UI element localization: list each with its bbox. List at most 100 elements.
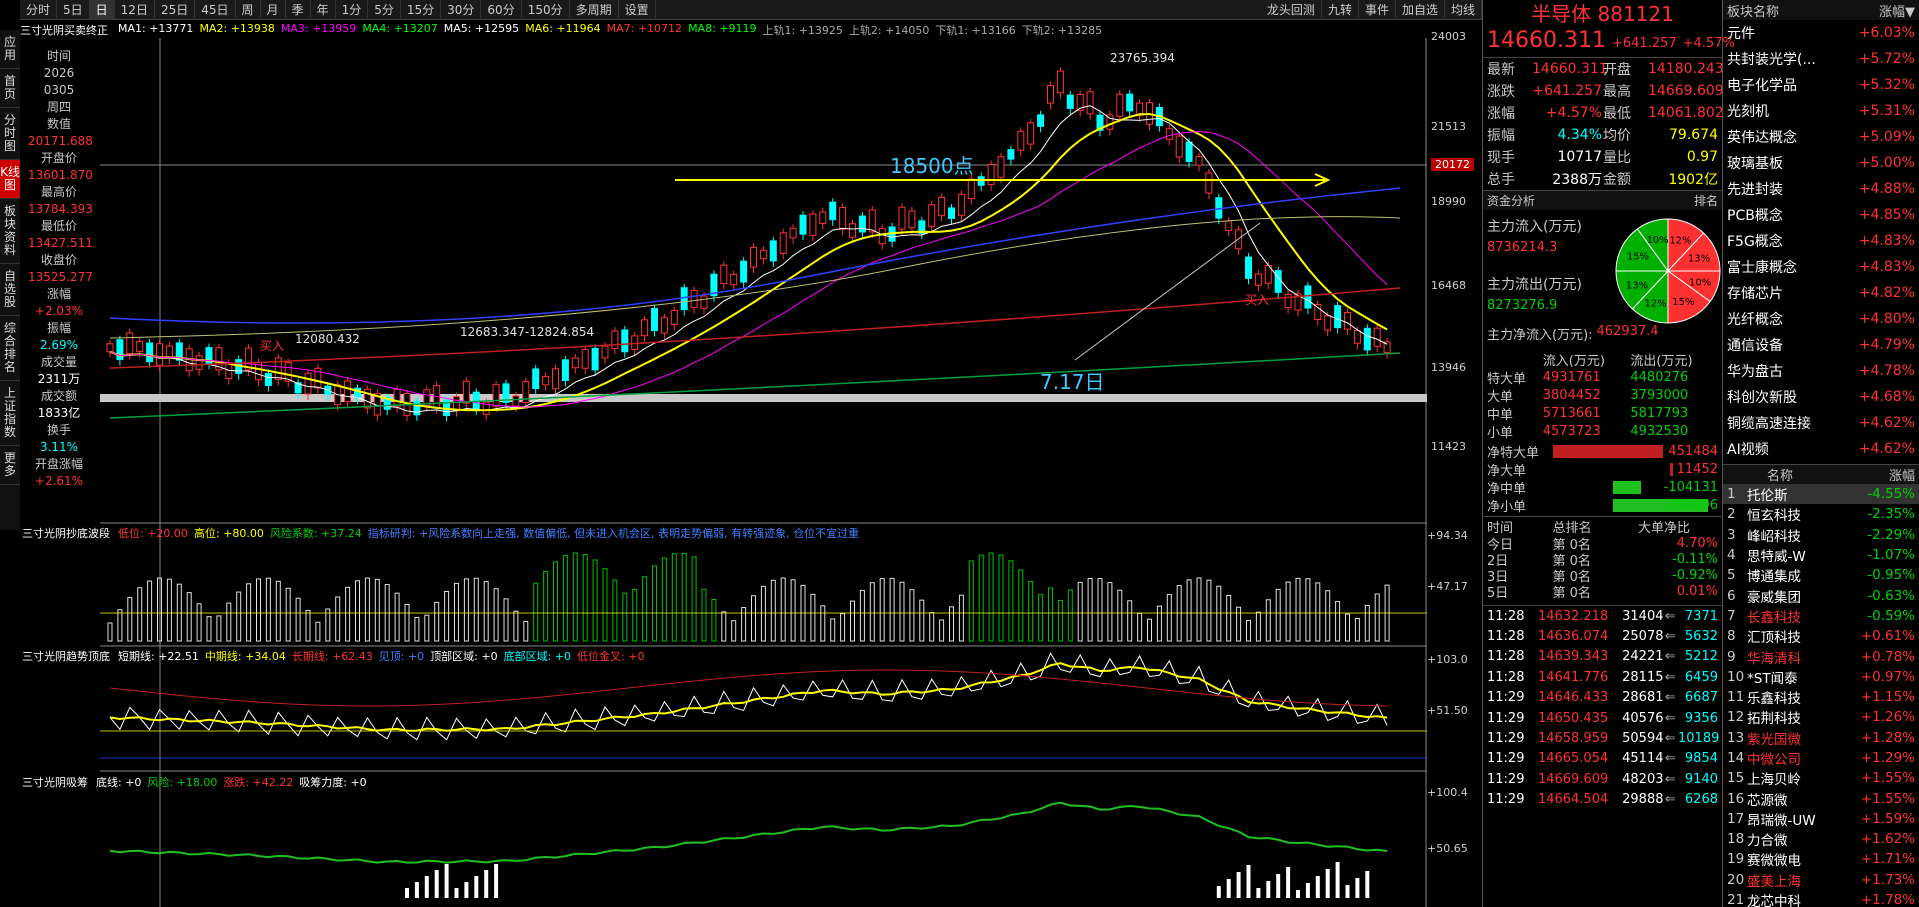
stock-row[interactable]: 4 思特威-W -1.07% (1723, 545, 1919, 565)
stock-row[interactable]: 16 芯源微 +1.55% (1723, 788, 1919, 809)
stock-row[interactable]: 20 盛美上海 +1.73% (1723, 870, 1919, 890)
sector-row[interactable]: 通信设备 +4.79% (1723, 332, 1919, 358)
tool-button-2[interactable]: 事件 (1359, 0, 1396, 20)
period-tab-10[interactable]: 1分 (336, 0, 369, 20)
indicator-bar (958, 594, 964, 642)
tick-volume: 45114 (1622, 751, 1664, 767)
sector-row[interactable]: 富士康概念 +4.83% (1723, 254, 1919, 280)
sub3-title[interactable]: 三寸光阴吸筹 (22, 774, 88, 790)
indicator-title[interactable]: 三寸光阴买卖终正 (20, 22, 108, 40)
candle-body (1195, 156, 1203, 166)
candle-body (1126, 93, 1134, 112)
sector-row[interactable]: F5G概念 +4.83% (1723, 228, 1919, 254)
sector-row[interactable]: 电子化学品 +5.32% (1723, 72, 1919, 98)
stock-name: 赛微微电 (1747, 853, 1801, 870)
nav-item-4[interactable]: 板块资料 (0, 199, 20, 264)
stock-row[interactable]: 7 长鑫科技 -0.59% (1723, 606, 1919, 626)
sector-row[interactable]: 光刻机 +5.31% (1723, 98, 1919, 124)
period-tab-12[interactable]: 15分 (401, 0, 442, 20)
nav-item-0[interactable]: 应用 (0, 30, 20, 69)
sub2-item-0: 短期线: +22.51 (118, 650, 199, 663)
stock-row[interactable]: 5 博通集成 -0.95% (1723, 565, 1919, 585)
support-band (100, 394, 1427, 402)
stock-row[interactable]: 15 上海贝岭 +1.55% (1723, 768, 1919, 788)
indicator-bar (394, 592, 400, 642)
candle-body (1066, 94, 1074, 109)
sector-row[interactable]: 科创次新股 +4.68% (1723, 384, 1919, 410)
candle-body (997, 156, 1005, 178)
sector-row[interactable]: 元件 +6.03% (1723, 20, 1919, 46)
stock-row[interactable]: 12 拓荆科技 +1.26% (1723, 707, 1919, 727)
period-tab-0[interactable]: 分时 (20, 0, 58, 20)
period-tab-13[interactable]: 30分 (441, 0, 482, 20)
sector-row[interactable]: 共封装光学(... +5.72% (1723, 46, 1919, 72)
stock-row[interactable]: 13 紫光国微 +1.28% (1723, 728, 1919, 748)
nav-item-1[interactable]: 首页 (0, 69, 20, 108)
tick-row: 11:29 14665.054 45114 ⇐ 9854 (1483, 749, 1722, 769)
tick-hand: 7371 (1684, 608, 1718, 624)
nav-item-2[interactable]: 分时图 (0, 108, 20, 160)
stock-header-pct[interactable]: 涨幅 (1889, 465, 1915, 484)
stock-row[interactable]: 1 托伦斯 -4.55% (1723, 484, 1919, 505)
sector-row[interactable]: 先进封装 +4.88% (1723, 176, 1919, 202)
period-tab-9[interactable]: 年 (311, 0, 336, 20)
quote-value: 14669.609 (1648, 83, 1724, 99)
sector-row[interactable]: 铜缆高速连接 +4.62% (1723, 410, 1919, 436)
stock-row[interactable]: 10 *ST闻泰 +0.97% (1723, 667, 1919, 687)
period-tab-2[interactable]: 日 (89, 0, 115, 20)
sector-row[interactable]: 光纤概念 +4.80% (1723, 306, 1919, 332)
period-tab-14[interactable]: 60分 (481, 0, 522, 20)
sector-row[interactable]: 英伟达概念 +5.09% (1723, 124, 1919, 150)
stock-row[interactable]: 2 恒玄科技 -2.35% (1723, 504, 1919, 524)
period-tab-8[interactable]: 季 (286, 0, 311, 20)
period-tab-4[interactable]: 25日 (155, 0, 196, 20)
stock-row[interactable]: 14 中微公司 +1.29% (1723, 748, 1919, 768)
sub1-title[interactable]: 三寸光阴抄底波段 (22, 525, 110, 541)
stock-row[interactable]: 6 豪威集团 -0.63% (1723, 585, 1919, 606)
period-tab-17[interactable]: 设置 (619, 0, 656, 20)
stock-row[interactable]: 17 昂瑞微-UW +1.59% (1723, 809, 1919, 829)
period-tab-7[interactable]: 月 (261, 0, 286, 20)
period-tab-5[interactable]: 45日 (195, 0, 236, 20)
net-type: 净大单 (1487, 463, 1527, 479)
tool-button-1[interactable]: 九转 (1322, 0, 1359, 20)
stock-header-name[interactable]: 名称 (1727, 465, 1793, 484)
period-tab-1[interactable]: 5日 (57, 0, 90, 20)
nav-item-6[interactable]: 综合排名 (0, 316, 20, 381)
period-toolbar: 分时 5日日 12日 25日 45日周月季年 1分 5分 15分 30分 60分 150分 多周期 设置… (20, 0, 1482, 20)
quote-label: 振幅 (1487, 128, 1515, 144)
stock-row[interactable]: 3 峰岹科技 -2.29% (1723, 525, 1919, 545)
sector-row[interactable]: 玻璃基板 +5.00% (1723, 150, 1919, 176)
nav-item-3[interactable]: K线图 (0, 160, 20, 199)
sector-header-name[interactable]: 板块名称 (1727, 1, 1779, 20)
stock-row[interactable]: 11 乐鑫科技 +1.15% (1723, 687, 1919, 707)
nav-item-5[interactable]: 自选股 (0, 264, 20, 316)
sector-row[interactable]: PCB概念 +4.85% (1723, 202, 1919, 228)
period-tab-3[interactable]: 12日 (115, 0, 155, 20)
nav-item-7[interactable]: 上证指数 (0, 381, 20, 446)
nav-item-8[interactable]: 更多 (0, 446, 20, 485)
stock-row[interactable]: 8 汇顶科技 +0.61% (1723, 626, 1919, 646)
stock-row[interactable]: 18 力合微 +1.62% (1723, 829, 1919, 849)
sub2-item-1: 中期线: +34.04 (204, 650, 286, 663)
stock-row[interactable]: 19 赛微微电 +1.71% (1723, 849, 1919, 869)
period-tab-6[interactable]: 周 (236, 0, 261, 20)
period-tab-11[interactable]: 5分 (368, 0, 401, 20)
stock-name: 华海清科 (1747, 650, 1801, 667)
period-tab-16[interactable]: 多周期 (570, 0, 619, 20)
indicator-bar (305, 609, 311, 642)
fund-rank-button[interactable]: 排名 (1694, 192, 1718, 209)
sector-row[interactable]: AI视频 +4.62% (1723, 436, 1919, 462)
tick-volume: 24221 (1622, 649, 1664, 665)
candle-body (156, 343, 163, 366)
indicator-bar (533, 582, 539, 642)
stock-row[interactable]: 9 华海清科 +0.78% (1723, 646, 1919, 667)
period-tab-15[interactable]: 150分 (522, 0, 570, 20)
tool-button-0[interactable]: 龙头回测 (1261, 0, 1322, 20)
sector-row[interactable]: 存储芯片 +4.82% (1723, 280, 1919, 306)
stock-row[interactable]: 21 龙芯中科 +1.78% (1723, 890, 1919, 907)
annotation-low-range: 12683.347-12824.854 (460, 325, 594, 339)
sector-row[interactable]: 华为盘古 +4.78% (1723, 358, 1919, 384)
sector-header-pct[interactable]: 涨幅▼ (1879, 1, 1915, 20)
sub2-title[interactable]: 三寸光阴趋势顶底 (22, 648, 110, 664)
